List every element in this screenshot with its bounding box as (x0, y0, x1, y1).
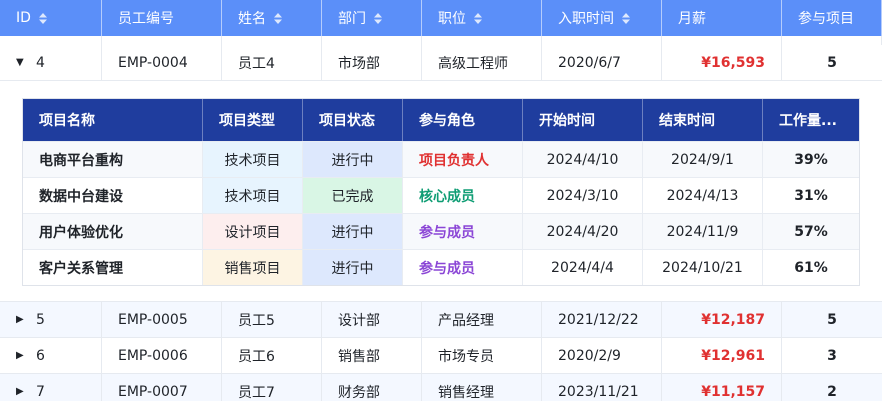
table-header: ID 员工编号 姓名 部门 职位 入职时间 月薪 参与项目 (0, 0, 882, 36)
cell-salary: ¥16,593 (662, 45, 782, 80)
sub-header-project-status: 项目状态 (303, 99, 403, 141)
table-row[interactable]: ▶ 7 EMP-0007 员工7 财务部 销售经理 2023/11/21 ¥11,… (0, 374, 882, 401)
column-header-hire-date[interactable]: 入职时间 (542, 0, 662, 36)
table-row-expanded[interactable]: ▼ 4 EMP-0004 员工4 市场部 高级工程师 2020/6/7 ¥16,5… (0, 45, 882, 81)
project-sub-table: 项目名称 项目类型 项目状态 参与角色 开始时间 结束时间 工作量... 电商平… (22, 98, 860, 286)
sub-table-row[interactable]: 客户关系管理 销售项目 进行中 参与成员 2024/4/4 2024/10/21… (23, 249, 859, 285)
column-header-dept[interactable]: 部门 (322, 0, 422, 36)
sub-header-workload: 工作量... (779, 113, 837, 129)
sub-header-project-name: 项目名称 (23, 99, 203, 141)
table-row[interactable]: ▶ 5 EMP-0005 员工5 设计部 产品经理 2021/12/22 ¥12,… (0, 302, 882, 338)
caret-right-icon[interactable]: ▶ (16, 314, 26, 325)
sort-icon[interactable] (622, 12, 630, 24)
expanded-detail-panel: 项目名称 项目类型 项目状态 参与角色 开始时间 结束时间 工作量... 电商平… (0, 82, 882, 302)
column-header-id[interactable]: ID (0, 0, 102, 36)
cell-name: 员工4 (222, 45, 322, 80)
sort-icon[interactable] (474, 12, 482, 24)
cell-hire-date: 2020/6/7 (542, 45, 662, 80)
sub-header-end: 结束时间 (643, 99, 763, 141)
sub-table-header: 项目名称 项目类型 项目状态 参与角色 开始时间 结束时间 工作量... (23, 99, 859, 141)
cell-projects: 5 (827, 54, 837, 71)
caret-right-icon[interactable]: ▶ (16, 386, 26, 397)
caret-down-icon[interactable]: ▼ (16, 57, 26, 68)
column-header-emp-no[interactable]: 员工编号 (102, 0, 222, 36)
scroll-gap (0, 36, 882, 45)
sub-header-start: 开始时间 (523, 99, 643, 141)
table-row[interactable]: ▶ 6 EMP-0006 员工6 销售部 市场专员 2020/2/9 ¥12,96… (0, 338, 882, 374)
cell-emp-no: EMP-0004 (102, 45, 222, 80)
sub-table-row[interactable]: 用户体验优化 设计项目 进行中 参与成员 2024/4/20 2024/11/9… (23, 213, 859, 249)
sort-icon[interactable] (274, 12, 282, 24)
cell-dept: 市场部 (322, 45, 422, 80)
column-header-salary[interactable]: 月薪 (662, 0, 782, 36)
cell-title: 高级工程师 (422, 45, 542, 80)
sub-header-project-type: 项目类型 (203, 99, 303, 141)
sort-icon[interactable] (374, 12, 382, 24)
employee-table-continued: ▶ 5 EMP-0005 员工5 设计部 产品经理 2021/12/22 ¥12,… (0, 302, 882, 401)
sub-table-row[interactable]: 数据中台建设 技术项目 已完成 核心成员 2024/3/10 2024/4/13… (23, 177, 859, 213)
sub-header-role: 参与角色 (403, 99, 523, 141)
column-header-name[interactable]: 姓名 (222, 0, 322, 36)
caret-right-icon[interactable]: ▶ (16, 350, 26, 361)
employee-table: ID 员工编号 姓名 部门 职位 入职时间 月薪 参与项目 ▼ 4 EMP-000… (0, 0, 882, 81)
column-header-title[interactable]: 职位 (422, 0, 542, 36)
sort-icon[interactable] (38, 12, 47, 24)
sub-table-row[interactable]: 电商平台重构 技术项目 进行中 项目负责人 2024/4/10 2024/9/1… (23, 141, 859, 177)
column-header-projects[interactable]: 参与项目 (782, 0, 882, 36)
